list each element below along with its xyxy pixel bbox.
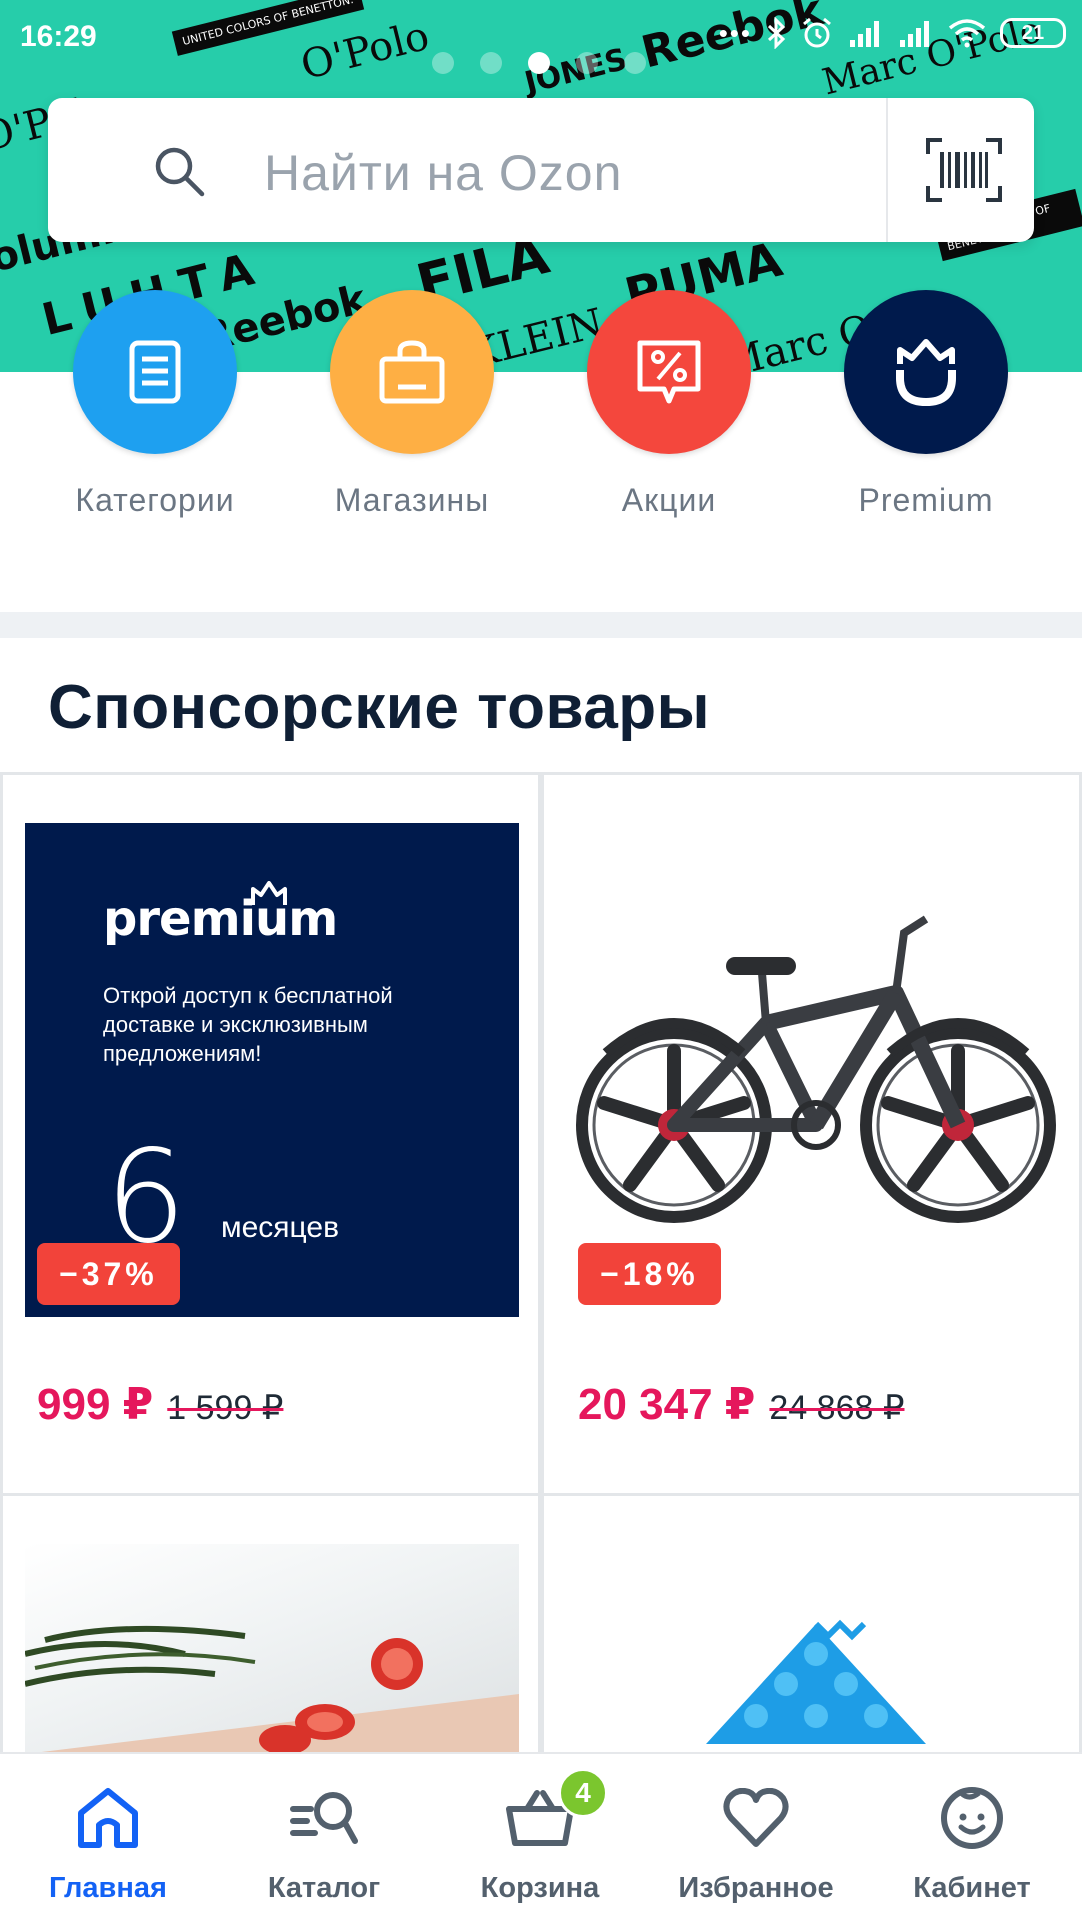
product-old-price: 1 599 ₽ bbox=[167, 1389, 284, 1427]
pager-dot[interactable] bbox=[432, 52, 454, 74]
premium-months-label: месяцев bbox=[221, 1211, 340, 1244]
bluetooth-icon bbox=[767, 17, 786, 49]
nav-icon-wrap bbox=[864, 1780, 1080, 1856]
quick-link-stores[interactable]: Магазины bbox=[292, 290, 532, 519]
search-input[interactable]: Найти на Ozon bbox=[264, 144, 622, 202]
nav-label: Корзина bbox=[480, 1872, 600, 1904]
section-divider bbox=[0, 612, 1082, 638]
quick-link-promotions[interactable]: Акции bbox=[549, 290, 789, 519]
product-card[interactable]: −18% 20 347 ₽ 24 868 ₽ bbox=[541, 772, 1082, 1496]
heart-icon bbox=[723, 1788, 789, 1847]
alarm-icon bbox=[803, 17, 831, 48]
price-row: 20 347 ₽ 24 868 ₽ bbox=[578, 1379, 905, 1430]
search-bar[interactable]: Найти на Ozon bbox=[48, 98, 1034, 242]
quick-link-label: Premium bbox=[858, 482, 994, 518]
nav-label: Главная bbox=[49, 1872, 167, 1904]
quick-link-circle[interactable] bbox=[73, 290, 237, 454]
quick-links: Категории Магазины Акции Premium bbox=[0, 290, 1082, 530]
nav-favorites[interactable]: Избранное bbox=[648, 1780, 864, 1905]
product-old-price: 24 868 ₽ bbox=[769, 1389, 905, 1427]
section-title: Спонсорские товары bbox=[48, 673, 711, 742]
quick-link-label: Акции bbox=[621, 482, 717, 518]
nav-icon-wrap bbox=[648, 1780, 864, 1856]
cart-count-badge: 4 bbox=[558, 1768, 608, 1818]
premium-logo: premium bbox=[103, 891, 338, 947]
quick-link-label: Категории bbox=[75, 482, 235, 518]
product-card[interactable] bbox=[541, 1493, 1082, 1796]
pager-dot-active[interactable] bbox=[528, 52, 550, 74]
pager-dot[interactable] bbox=[480, 52, 502, 74]
price-row: 999 ₽ 1 599 ₽ bbox=[37, 1379, 283, 1430]
nav-icon-wrap bbox=[216, 1780, 432, 1856]
nav-home[interactable]: Главная bbox=[0, 1780, 216, 1905]
product-price: 999 ₽ bbox=[37, 1380, 154, 1429]
quick-link-circle[interactable] bbox=[330, 290, 494, 454]
nav-label: Кабинет bbox=[913, 1872, 1031, 1904]
profile-face-icon bbox=[941, 1787, 1003, 1849]
crown-icon bbox=[251, 881, 287, 905]
quick-link-categories[interactable]: Категории bbox=[35, 290, 275, 519]
bottom-navigation: Главная Каталог 4 Корзина Избранное Каби… bbox=[0, 1752, 1082, 1922]
barcode-scan-icon[interactable] bbox=[926, 138, 1002, 202]
search-icon bbox=[155, 147, 205, 197]
discount-badge: −37% bbox=[37, 1243, 180, 1305]
pager-dot[interactable] bbox=[624, 52, 646, 74]
quick-link-premium[interactable]: Premium bbox=[806, 290, 1046, 519]
product-card[interactable] bbox=[0, 1493, 541, 1796]
signal-icon bbox=[850, 21, 879, 47]
quick-link-circle[interactable] bbox=[844, 290, 1008, 454]
nav-icon-wrap: 4 bbox=[432, 1768, 648, 1856]
signal-icon bbox=[900, 21, 929, 47]
categories-icon bbox=[129, 340, 181, 404]
quick-link-label: Магазины bbox=[334, 482, 490, 518]
wifi-icon bbox=[948, 19, 986, 48]
nav-cart[interactable]: 4 Корзина bbox=[432, 1768, 648, 1905]
nav-label: Каталог bbox=[267, 1872, 381, 1904]
nav-label: Избранное bbox=[678, 1872, 834, 1904]
status-icons: ••• 21 bbox=[719, 16, 1066, 50]
battery-icon: 21 bbox=[1000, 18, 1066, 48]
premium-description: Открой доступ к бесплатной доставке и эк… bbox=[103, 983, 393, 1066]
discount-badge: −18% bbox=[578, 1243, 721, 1305]
quick-link-circle[interactable] bbox=[587, 290, 751, 454]
nav-catalog[interactable]: Каталог bbox=[216, 1780, 432, 1905]
carousel-pager[interactable] bbox=[432, 52, 646, 74]
nav-icon-wrap bbox=[0, 1780, 216, 1856]
premium-crown-icon bbox=[896, 339, 956, 407]
notification-dots-icon: ••• bbox=[718, 18, 752, 48]
product-card[interactable]: premium Открой доступ к бесплатной доста… bbox=[0, 772, 541, 1496]
discount-tag-icon bbox=[637, 340, 701, 404]
nav-profile[interactable]: Кабинет bbox=[864, 1780, 1080, 1905]
pager-dot[interactable] bbox=[576, 52, 598, 74]
catalog-search-icon bbox=[290, 1792, 358, 1844]
home-icon bbox=[78, 1788, 138, 1848]
shopping-bag-icon bbox=[379, 340, 445, 404]
product-price: 20 347 ₽ bbox=[578, 1380, 756, 1429]
search-divider bbox=[886, 98, 888, 242]
status-time: 16:29 bbox=[20, 20, 97, 53]
